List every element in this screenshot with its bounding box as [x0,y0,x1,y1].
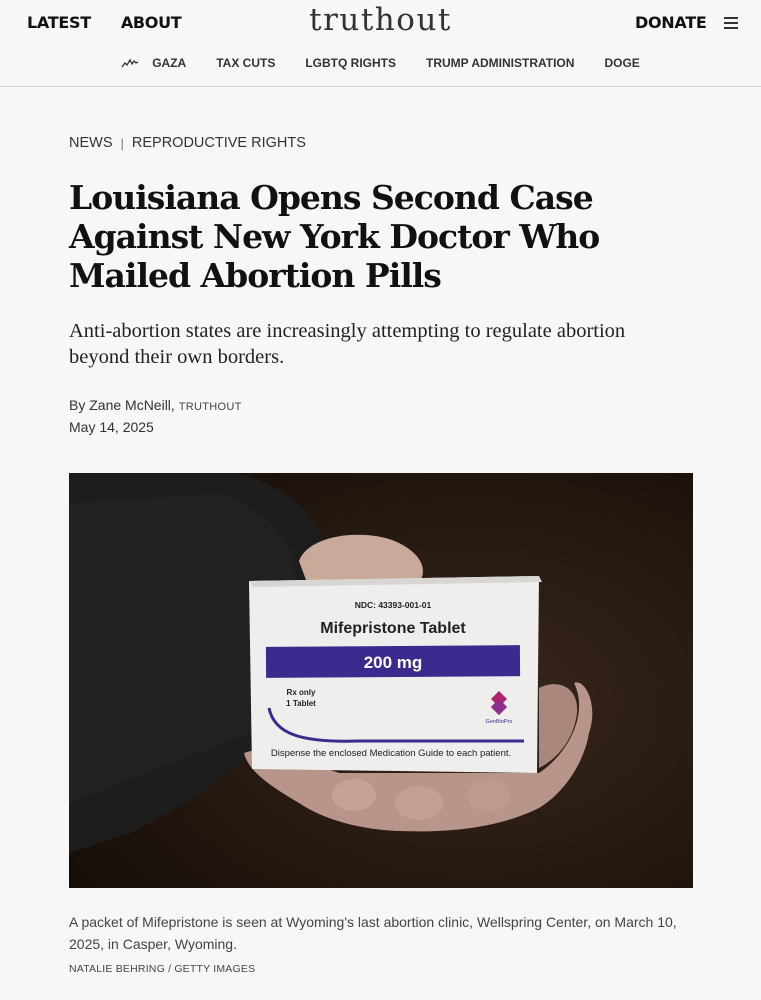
box-count: 1 Tablet [286,699,316,708]
topic-tax-cuts[interactable]: TAX CUTS [216,56,275,70]
article-title: Louisiana Opens Second Case Against New … [69,178,600,295]
box-dose: 200 mg [364,653,423,672]
breadcrumb-category[interactable]: REPRODUCTIVE RIGHTS [132,135,306,151]
image-caption: A packet of Mifepristone is seen at Wyom… [69,914,677,952]
box-drug-name: Mifepristone Tablet [320,620,466,637]
hamburger-menu-icon[interactable] [724,17,738,29]
trending-icon [121,58,139,68]
topic-nav: GAZA TAX CUTS LGBTQ RIGHTS TRUMP ADMINIS… [0,56,761,70]
article-hero-image: NDC: 43393-001-01 Mifepristone Tablet 20… [69,473,693,888]
box-rx-only: Rx only [287,688,316,697]
box-brand: GenBioPro [486,719,513,725]
topic-lgbtq-rights[interactable]: LGBTQ RIGHTS [305,56,396,70]
article-dek: Anti-abortion states are increasingly at… [69,320,626,368]
breadcrumb-separator: | [120,135,124,151]
site-header: LATEST ABOUT truthout DONATE GAZA TAX CU… [0,0,761,87]
publish-date: May 14, 2025 [69,419,154,435]
breadcrumb: NEWS | REPRODUCTIVE RIGHTS [69,135,306,151]
topic-doge[interactable]: DOGE [604,56,639,70]
box-guide-text: Dispense the enclosed Medication Guide t… [271,748,511,759]
byline: By Zane McNeill, TRUTHOUT [69,397,242,413]
author-name[interactable]: By Zane McNeill, [69,397,175,413]
topic-gaza[interactable]: GAZA [152,56,186,70]
topic-trump-administration[interactable]: TRUMP ADMINISTRATION [426,56,574,70]
image-credit: NATALIE BEHRING / GETTY IMAGES [69,963,256,975]
donate-button[interactable]: DONATE [635,13,707,32]
byline-outlet: TRUTHOUT [178,401,242,413]
breadcrumb-section[interactable]: NEWS [69,135,113,151]
box-ndc-text: NDC: 43393-001-01 [355,600,432,610]
